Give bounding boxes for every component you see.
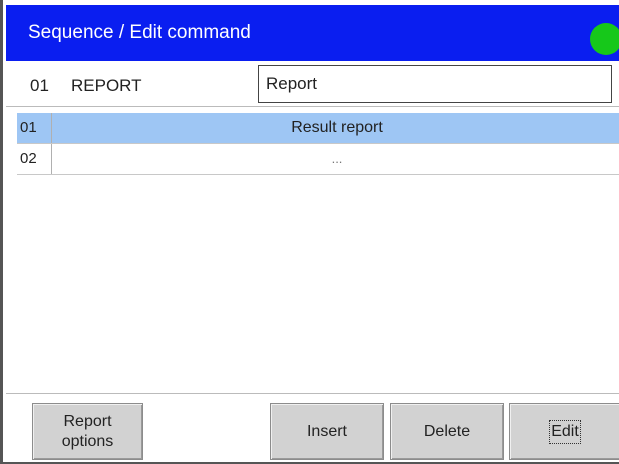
edit-label: Edit [549,419,581,444]
delete-button[interactable]: Delete [390,403,504,460]
list-item-index: 01 [17,113,52,143]
command-value-field[interactable] [258,65,612,103]
insert-label: Insert [306,422,347,440]
list-item-label: ... [331,151,343,166]
command-name: REPORT [71,76,142,95]
title-bar: Sequence / Edit command [6,3,619,61]
list-item[interactable]: 02 ... [17,144,619,175]
report-options-button[interactable]: Report options [32,403,143,460]
list-item-label: Result report [291,119,383,136]
status-indicator-icon [590,23,619,55]
command-list: 01 Result report 02 ... [17,113,619,393]
insert-button[interactable]: Insert [270,403,384,460]
command-row: 01 REPORT [6,61,619,107]
list-item-index: 02 [17,144,52,174]
window-frame: Sequence / Edit command 01 REPORT 01 Res… [0,0,619,464]
list-item[interactable]: 01 Result report [17,113,619,144]
report-options-label: Report options [61,412,114,450]
command-number: 01 [30,76,49,95]
window-title: Sequence / Edit command [28,22,251,43]
button-bar: Report options Insert Delete Edit [6,393,619,462]
edit-button[interactable]: Edit [509,403,619,460]
delete-label: Delete [423,422,471,440]
